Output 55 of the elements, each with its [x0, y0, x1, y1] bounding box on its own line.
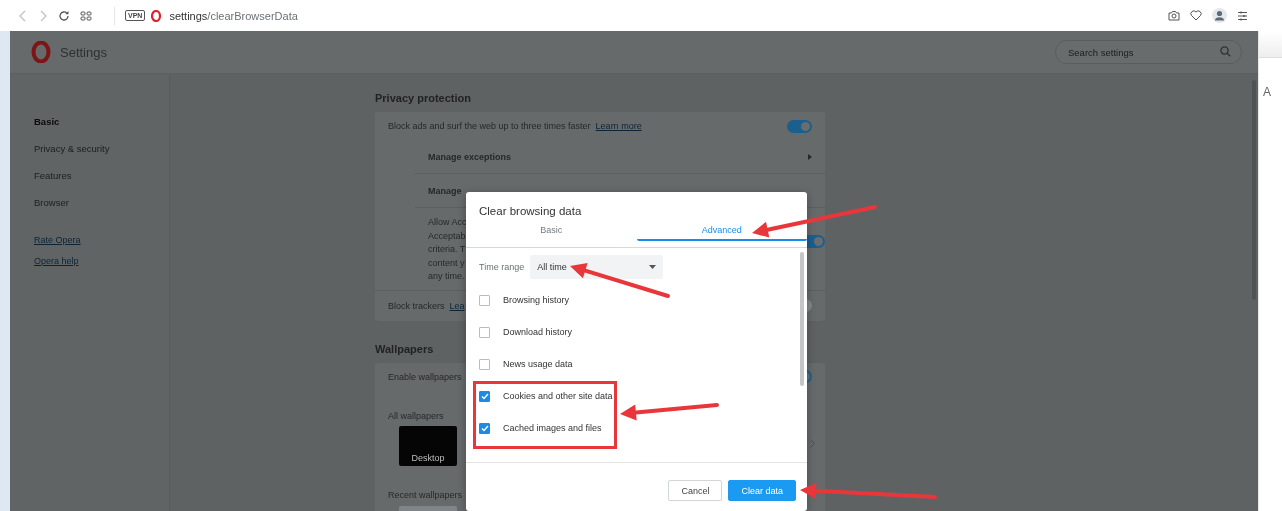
cut-off-text: A [1263, 85, 1271, 99]
avatar-icon[interactable] [1212, 8, 1227, 23]
wallpaper-thumbnail[interactable]: Desktop [399, 425, 457, 466]
time-range-dropdown[interactable]: All time [530, 255, 664, 279]
menu-icon[interactable] [1237, 10, 1248, 21]
checkbox-label[interactable]: Cached images and files [503, 423, 602, 433]
heart-icon[interactable] [1190, 10, 1202, 21]
setting-label: Block trackers [388, 300, 445, 311]
sidebar-link[interactable]: Rate Opera [34, 230, 81, 251]
sidebar-item[interactable]: Browser [34, 189, 69, 216]
checkbox[interactable] [479, 358, 490, 370]
dialog-title: Clear browsing data [478, 204, 583, 217]
description-text: criteria. T [428, 243, 466, 256]
camera-icon[interactable] [1168, 10, 1180, 21]
description-text: Acceptab [428, 229, 466, 243]
sidebar-link[interactable]: Opera help [34, 251, 79, 272]
sidebar-item[interactable]: Privacy & security [34, 135, 110, 162]
scrollbar[interactable] [800, 252, 804, 386]
sidebar-item[interactable]: Features [34, 162, 72, 189]
checkbox-label[interactable]: Cookies and other site data [503, 391, 613, 401]
field-label: Time range [479, 262, 525, 272]
expand-arrow-icon[interactable] [808, 153, 812, 160]
checkbox[interactable] [479, 422, 490, 434]
dialog-tab[interactable]: Basic [466, 220, 637, 241]
address-field[interactable]: settings/clearBrowserData [169, 9, 298, 22]
checkbox-label[interactable]: Download history [503, 327, 573, 337]
search-field[interactable]: Search settings [1055, 40, 1242, 64]
section-heading: Privacy protection [375, 92, 471, 104]
forward-icon[interactable] [38, 9, 48, 22]
search-icon[interactable] [1220, 46, 1231, 57]
learn-more-link[interactable]: Lea [449, 300, 465, 311]
dropdown-caret-icon [649, 265, 657, 269]
clear-data-button[interactable]: Clear data [728, 480, 796, 501]
page-title: Settings [60, 44, 107, 60]
tabs-grid-icon[interactable] [80, 10, 92, 21]
opera-logo-icon[interactable] [151, 9, 162, 22]
setting-label[interactable]: Manage [428, 185, 462, 196]
cancel-button[interactable]: Cancel [668, 480, 723, 501]
section-heading: Wallpapers [375, 342, 434, 355]
description-text: any time. [428, 270, 465, 283]
setting-label: Enable wallpapers [388, 371, 462, 382]
back-icon[interactable] [18, 9, 28, 22]
setting-label[interactable]: Manage exceptions [428, 151, 512, 162]
checkbox[interactable] [479, 326, 490, 338]
opera-logo-icon [31, 41, 51, 63]
sidebar-item[interactable]: Basic [34, 108, 60, 135]
checkbox[interactable] [479, 390, 490, 402]
checkbox[interactable] [479, 294, 490, 306]
setting-label: Recent wallpapers [388, 489, 463, 500]
toggle-switch[interactable] [787, 119, 812, 133]
chevron-right-icon[interactable] [810, 438, 815, 448]
learn-more-link[interactable]: Learn more [595, 121, 642, 131]
checkbox-label[interactable]: News usage data [503, 359, 573, 369]
checkbox-label[interactable]: Browsing history [503, 295, 570, 305]
reload-icon[interactable] [58, 9, 70, 22]
